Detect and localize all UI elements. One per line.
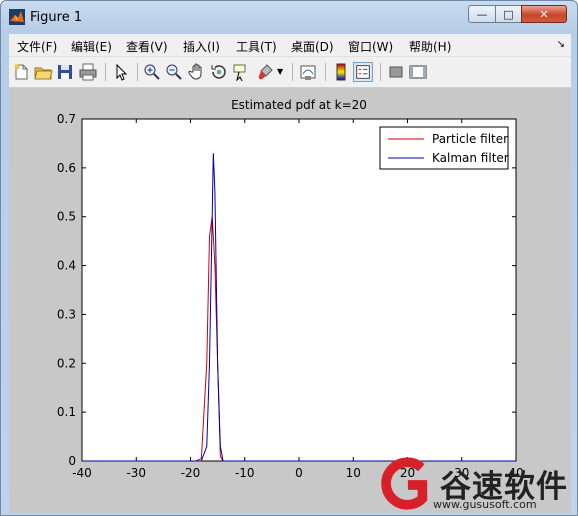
toolbar-separator [325,63,326,81]
menu-insert[interactable]: 插入(I) [183,38,220,55]
menu-edit[interactable]: 编辑(E) [71,38,112,55]
menu-window[interactable]: 窗口(W) [348,38,393,55]
legend-label-particle: Particle filter [432,132,508,146]
x-tick-label: -30 [126,466,146,480]
close-button[interactable]: ✕ [521,5,567,23]
watermark-url: www.gususoft.com [433,498,537,511]
toolbar: ▼ [9,57,571,88]
link-plot-icon[interactable] [298,62,318,82]
data-cursor-icon[interactable] [231,62,251,82]
y-tick-label: 0.1 [57,405,76,419]
x-tick-label: 0 [295,466,303,480]
menu-help[interactable]: 帮助(H) [409,38,451,55]
gusu-logo-icon [381,457,428,510]
menu-dock-arrow-icon[interactable]: ↘ [557,39,565,50]
y-tick-label: 0.5 [57,210,76,224]
rotate-3d-icon[interactable] [209,62,229,82]
y-tick-label: 0 [68,454,76,468]
figure-canvas[interactable]: Estimated pdf at k=20 -40 -30 -20 -10 0 10 20 3… [9,88,571,513]
axes-box[interactable] [81,118,517,462]
new-figure-icon[interactable] [11,62,31,82]
maximize-button[interactable]: □ [495,5,522,23]
y-tick-label: 0.4 [57,259,76,273]
toolbar-separator [292,63,293,81]
legend[interactable]: Particle filter Kalman filter [379,126,509,170]
close-icon: ✕ [539,7,549,21]
menu-desktop[interactable]: 桌面(D) [291,38,334,55]
x-tick-label: -40 [72,466,92,480]
y-tick-label: 0.7 [57,112,76,126]
menu-view[interactable]: 查看(V) [126,38,168,55]
open-file-icon[interactable] [33,62,53,82]
y-tick-label: 0.2 [57,356,76,370]
zoom-out-icon[interactable] [164,62,184,82]
select-arrow-icon[interactable] [111,62,131,82]
toolbar-separator [137,63,138,81]
dropdown-icon[interactable]: ▼ [277,67,287,87]
minimize-icon: — [476,7,488,21]
print-icon[interactable] [78,62,98,82]
hide-plot-tools-icon[interactable] [386,62,406,82]
toolbar-separator [380,63,381,81]
menu-tools[interactable]: 工具(T) [236,38,277,55]
minimize-button[interactable]: — [468,5,496,23]
insert-legend-icon[interactable] [353,62,373,82]
maximize-icon: □ [503,7,514,21]
save-icon[interactable] [55,62,75,82]
menu-file[interactable]: 文件(F) [17,38,57,55]
y-tick-label: 0.3 [57,307,76,321]
brush-icon[interactable] [255,62,275,82]
menu-bar: 文件(F) 编辑(E) 查看(V) 插入(I) 工具(T) 桌面(D) 窗口(W… [9,34,571,57]
insert-colorbar-icon[interactable] [331,62,351,82]
matlab-logo-icon [9,9,25,25]
legend-label-kalman: Kalman filter [432,151,509,165]
toolbar-separator [105,63,106,81]
y-tick-label: 0.6 [57,161,76,175]
show-plot-tools-icon[interactable] [408,62,428,82]
figure-window: Figure 1 — □ ✕ 文件(F) 编辑(E) 查看(V) 插入(I) 工… [0,0,578,516]
title-bar[interactable]: Figure 1 — □ ✕ [1,1,577,33]
x-tick-label: -20 [181,466,201,480]
plot-svg[interactable]: Estimated pdf at k=20 -40 -30 -20 -10 0 10 20 3… [9,88,571,513]
x-tick-label: -10 [235,466,255,480]
chart-title: Estimated pdf at k=20 [231,98,367,112]
pan-hand-icon[interactable] [187,62,207,82]
x-tick-label: 10 [346,466,361,480]
zoom-in-icon[interactable] [142,62,162,82]
window-title: Figure 1 [30,10,83,25]
